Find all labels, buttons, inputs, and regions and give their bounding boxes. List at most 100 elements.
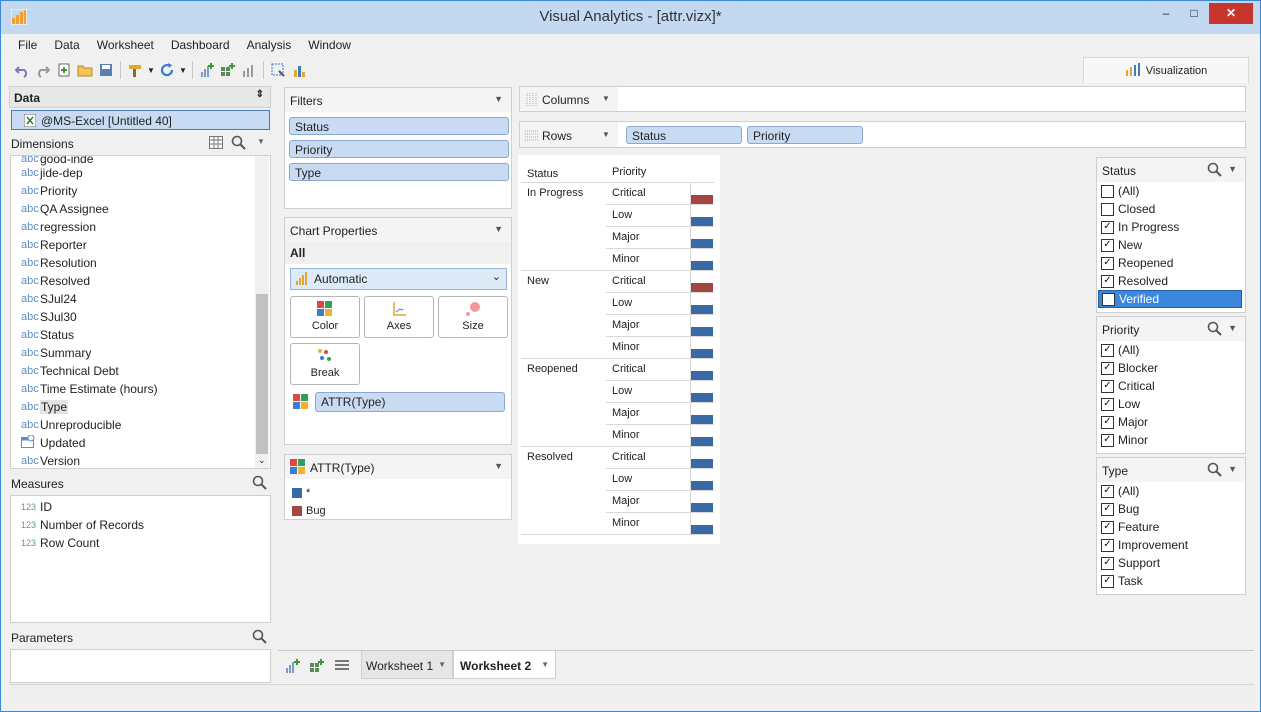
measure-item[interactable]: 123 Number of Records	[21, 516, 144, 534]
dimension-item[interactable]: abc Type	[21, 398, 69, 416]
dimension-item[interactable]: abc SJul30	[21, 308, 77, 326]
checkbox-checked-icon[interactable]: ✓	[1101, 256, 1114, 270]
select-icon[interactable]	[269, 61, 287, 79]
checkbox-checked-icon[interactable]: ✓	[1101, 361, 1114, 375]
table-bar-mark[interactable]	[691, 239, 713, 248]
sort-icon[interactable]	[290, 61, 308, 79]
dimension-item[interactable]: abc Technical Debt	[21, 362, 119, 380]
dimension-item[interactable]: abc Priority	[21, 182, 77, 200]
filter-option[interactable]: ✓ Feature	[1101, 518, 1241, 536]
search-icon[interactable]	[1207, 462, 1222, 480]
chevron-down-icon[interactable]: ▼	[1228, 323, 1237, 333]
dimension-item[interactable]: abc Resolved	[21, 272, 90, 290]
table-bar-mark[interactable]	[691, 195, 713, 204]
filter-option[interactable]: ✓ New	[1101, 236, 1241, 254]
filter-option[interactable]: ✓ Blocker	[1101, 359, 1241, 377]
checkbox-checked-icon[interactable]: ✓	[1101, 538, 1114, 552]
chevron-down-icon[interactable]: ▼	[494, 94, 503, 104]
dimension-item[interactable]: abc Status	[21, 326, 74, 344]
visualization-tab[interactable]: Visualization	[1083, 57, 1249, 83]
checkbox-checked-icon[interactable]: ✓	[1101, 238, 1114, 252]
checkbox-checked-icon[interactable]: ✓	[1101, 502, 1114, 516]
brush-icon[interactable]	[126, 61, 144, 79]
redo-icon[interactable]	[34, 61, 52, 79]
legend-item[interactable]: *	[292, 486, 310, 500]
menu-worksheet[interactable]: Worksheet	[88, 36, 162, 56]
filter-option[interactable]: ✓ (All)	[1101, 482, 1241, 500]
axes-button[interactable]: Axes	[364, 296, 434, 338]
dimension-item[interactable]: abc Version	[21, 452, 80, 468]
data-source-item[interactable]: @MS-Excel [Untitled 40]	[11, 110, 270, 130]
color-button[interactable]: Color	[290, 296, 360, 338]
chevron-down-icon[interactable]: ▼	[602, 94, 610, 103]
table-bar-mark[interactable]	[691, 525, 713, 534]
filter-option[interactable]: ✓ Improvement	[1101, 536, 1241, 554]
search-icon[interactable]	[252, 629, 267, 647]
parameters-list[interactable]	[10, 649, 271, 683]
dimension-item[interactable]: abc SJul24	[21, 290, 77, 308]
checkbox-icon[interactable]	[1102, 292, 1115, 306]
chevron-down-icon[interactable]: ▼	[541, 660, 549, 669]
checkbox-checked-icon[interactable]: ✓	[1101, 433, 1114, 447]
checkbox-icon[interactable]	[1101, 202, 1114, 216]
checkbox-checked-icon[interactable]: ✓	[1101, 343, 1114, 357]
table-bar-mark[interactable]	[691, 393, 713, 402]
bar-chart-icon[interactable]	[240, 61, 258, 79]
chevron-down-icon[interactable]: ▼	[1228, 164, 1237, 174]
measures-list[interactable]: 123 ID 123 Number of Records 123 Row Count	[10, 495, 271, 623]
table-bar-mark[interactable]	[691, 349, 713, 358]
measure-item[interactable]: 123 ID	[21, 498, 52, 516]
dimension-item[interactable]: abc Resolution	[21, 254, 97, 272]
chart-type-select[interactable]: Automatic ⌄	[290, 268, 507, 290]
tab-worksheet-1[interactable]: Worksheet 1 ▼	[361, 651, 453, 679]
menu-file[interactable]: File	[9, 36, 45, 56]
refresh-icon[interactable]	[158, 61, 176, 79]
dimension-item[interactable]: abc QA Assignee	[21, 200, 109, 218]
dimension-item[interactable]: abc Reporter	[21, 236, 87, 254]
checkbox-checked-icon[interactable]: ✓	[1101, 556, 1114, 570]
checkbox-checked-icon[interactable]: ✓	[1101, 274, 1114, 288]
checkbox-checked-icon[interactable]: ✓	[1101, 397, 1114, 411]
measure-item[interactable]: 123 Row Count	[21, 534, 99, 552]
new-dashboard-icon[interactable]	[309, 658, 325, 677]
minimize-button[interactable]: ‒	[1153, 3, 1179, 24]
menu-analysis[interactable]: Analysis	[238, 36, 300, 56]
save-icon[interactable]	[97, 61, 115, 79]
search-icon[interactable]	[1207, 321, 1222, 339]
scroll-down-icon[interactable]: ⌄	[258, 455, 266, 466]
filter-option[interactable]: Verified	[1098, 290, 1242, 308]
chevron-down-icon[interactable]: ▼	[494, 461, 503, 471]
table-bar-mark[interactable]	[691, 503, 713, 512]
close-button[interactable]: ✕	[1209, 3, 1253, 24]
undo-icon[interactable]	[13, 61, 31, 79]
refresh-dropdown-icon[interactable]: ▼	[179, 61, 187, 79]
chevron-down-icon[interactable]: ▼	[257, 137, 265, 146]
new-sheet-icon[interactable]	[55, 61, 73, 79]
dimension-item[interactable]: Updated	[21, 434, 85, 452]
new-worksheet-icon[interactable]	[284, 658, 300, 677]
color-field-pill[interactable]: ATTR(Type)	[315, 392, 505, 412]
filter-pill-type[interactable]: Type	[289, 163, 509, 181]
rows-shelf[interactable]: Rows ▼ Status Priority	[519, 121, 1246, 148]
title-bar[interactable]: Visual Analytics - [attr.vizx]* ‒ □ ✕	[1, 1, 1260, 34]
table-view-icon[interactable]	[209, 136, 223, 152]
dimension-item[interactable]: abc regression	[21, 218, 96, 236]
filter-option[interactable]: ✓ Major	[1101, 413, 1241, 431]
maximize-button[interactable]: □	[1181, 3, 1207, 24]
filter-option[interactable]: ✓ Minor	[1101, 431, 1241, 449]
table-bar-mark[interactable]	[691, 283, 713, 292]
checkbox-icon[interactable]	[1101, 184, 1114, 198]
rows-pill-status[interactable]: Status	[626, 126, 742, 144]
viz-table[interactable]: Status Priority In Progress Critical Low Ma…	[518, 155, 720, 544]
dimension-item[interactable]: abc Unreproducible	[21, 416, 121, 434]
checkbox-checked-icon[interactable]: ✓	[1101, 574, 1114, 588]
checkbox-checked-icon[interactable]: ✓	[1101, 484, 1114, 498]
filter-option[interactable]: ✓ Task	[1101, 572, 1241, 590]
add-chart-icon[interactable]	[198, 61, 216, 79]
chevron-down-icon[interactable]: ▼	[1228, 464, 1237, 474]
table-bar-mark[interactable]	[691, 481, 713, 490]
filter-pill-priority[interactable]: Priority	[289, 140, 509, 158]
dimension-item[interactable]: abc Summary	[21, 344, 91, 362]
open-folder-icon[interactable]	[76, 61, 94, 79]
checkbox-checked-icon[interactable]: ✓	[1101, 415, 1114, 429]
